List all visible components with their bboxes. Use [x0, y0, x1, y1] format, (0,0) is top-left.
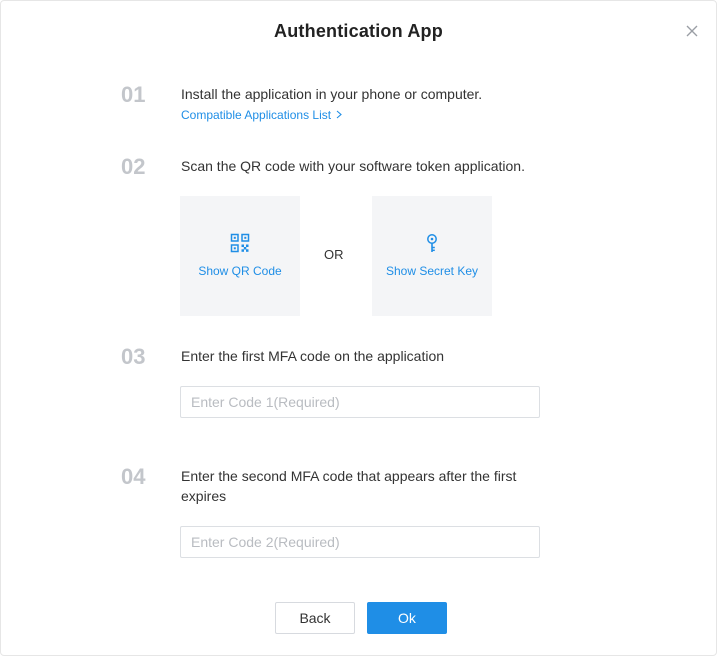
step-2-text: Scan the QR code with your software toke…: [181, 158, 525, 174]
step-2-number: 02: [121, 154, 146, 179]
show-secret-key-label: Show Secret Key: [385, 264, 479, 278]
authentication-app-dialog: Authentication App 01 Install the applic…: [0, 0, 717, 656]
ok-button[interactable]: Ok: [367, 602, 447, 634]
compatible-applications-link[interactable]: Compatible Applications List: [181, 108, 342, 122]
step-1-number: 01: [121, 82, 146, 107]
back-button[interactable]: Back: [275, 602, 355, 634]
key-icon: [422, 233, 442, 253]
qr-code-icon: [230, 233, 250, 253]
step-4-number: 04: [121, 464, 146, 489]
show-secret-key-button[interactable]: Show Secret Key: [372, 196, 492, 316]
step-1-text: Install the application in your phone or…: [181, 86, 483, 102]
close-icon[interactable]: [684, 23, 700, 39]
step-3-number: 03: [121, 344, 146, 369]
mfa-code-2-input[interactable]: [180, 526, 540, 558]
or-separator: OR: [324, 247, 344, 262]
chevron-right-icon: [336, 108, 342, 122]
dialog-title: Authentication App: [274, 21, 443, 41]
show-qr-code-label: Show QR Code: [198, 264, 282, 278]
mfa-code-1-input[interactable]: [180, 386, 540, 418]
show-qr-code-button[interactable]: Show QR Code: [180, 196, 300, 316]
step-4-text: Enter the second MFA code that appears a…: [181, 468, 517, 504]
step-3-text: Enter the first MFA code on the applicat…: [181, 348, 445, 364]
compatible-applications-link-label: Compatible Applications List: [181, 108, 332, 122]
